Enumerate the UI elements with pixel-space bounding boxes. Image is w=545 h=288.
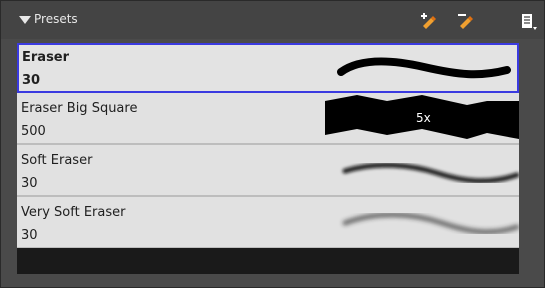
preset-name: Very Soft Eraser: [21, 205, 126, 220]
stroke-preview-icon: [337, 57, 511, 79]
rename-preset-icon[interactable]: [456, 11, 476, 31]
preset-name: Eraser: [22, 50, 70, 65]
panel-title: Presets: [34, 12, 78, 26]
stroke-preview-icon: [342, 162, 519, 184]
panel-header: Presets: [1, 1, 544, 39]
preset-size: 30: [21, 176, 38, 191]
collapse-triangle-icon[interactable]: [19, 16, 31, 24]
preset-size: 30: [21, 228, 38, 243]
presets-list: Eraser 30 Eraser Big Square 500 5x Soft …: [17, 43, 519, 249]
preset-row-very-soft-eraser[interactable]: Very Soft Eraser 30: [17, 199, 519, 249]
preset-name: Soft Eraser: [21, 153, 93, 168]
preset-size: 30: [22, 73, 41, 88]
presets-panel: Presets Eraser 30 Eraser Big Square 500 …: [0, 0, 545, 288]
panel-menu-icon[interactable]: [519, 12, 539, 32]
preset-size: 500: [21, 124, 46, 139]
preset-row-eraser[interactable]: Eraser 30: [17, 43, 519, 93]
new-preset-icon[interactable]: [419, 11, 439, 31]
preset-row-eraser-big-square[interactable]: Eraser Big Square 500 5x: [17, 95, 519, 145]
stroke-preview-icon: [342, 212, 519, 235]
list-footer: [17, 248, 519, 274]
preset-name: Eraser Big Square: [21, 101, 138, 116]
preset-row-soft-eraser[interactable]: Soft Eraser 30: [17, 147, 519, 197]
preview-scale-label: 5x: [416, 111, 431, 125]
